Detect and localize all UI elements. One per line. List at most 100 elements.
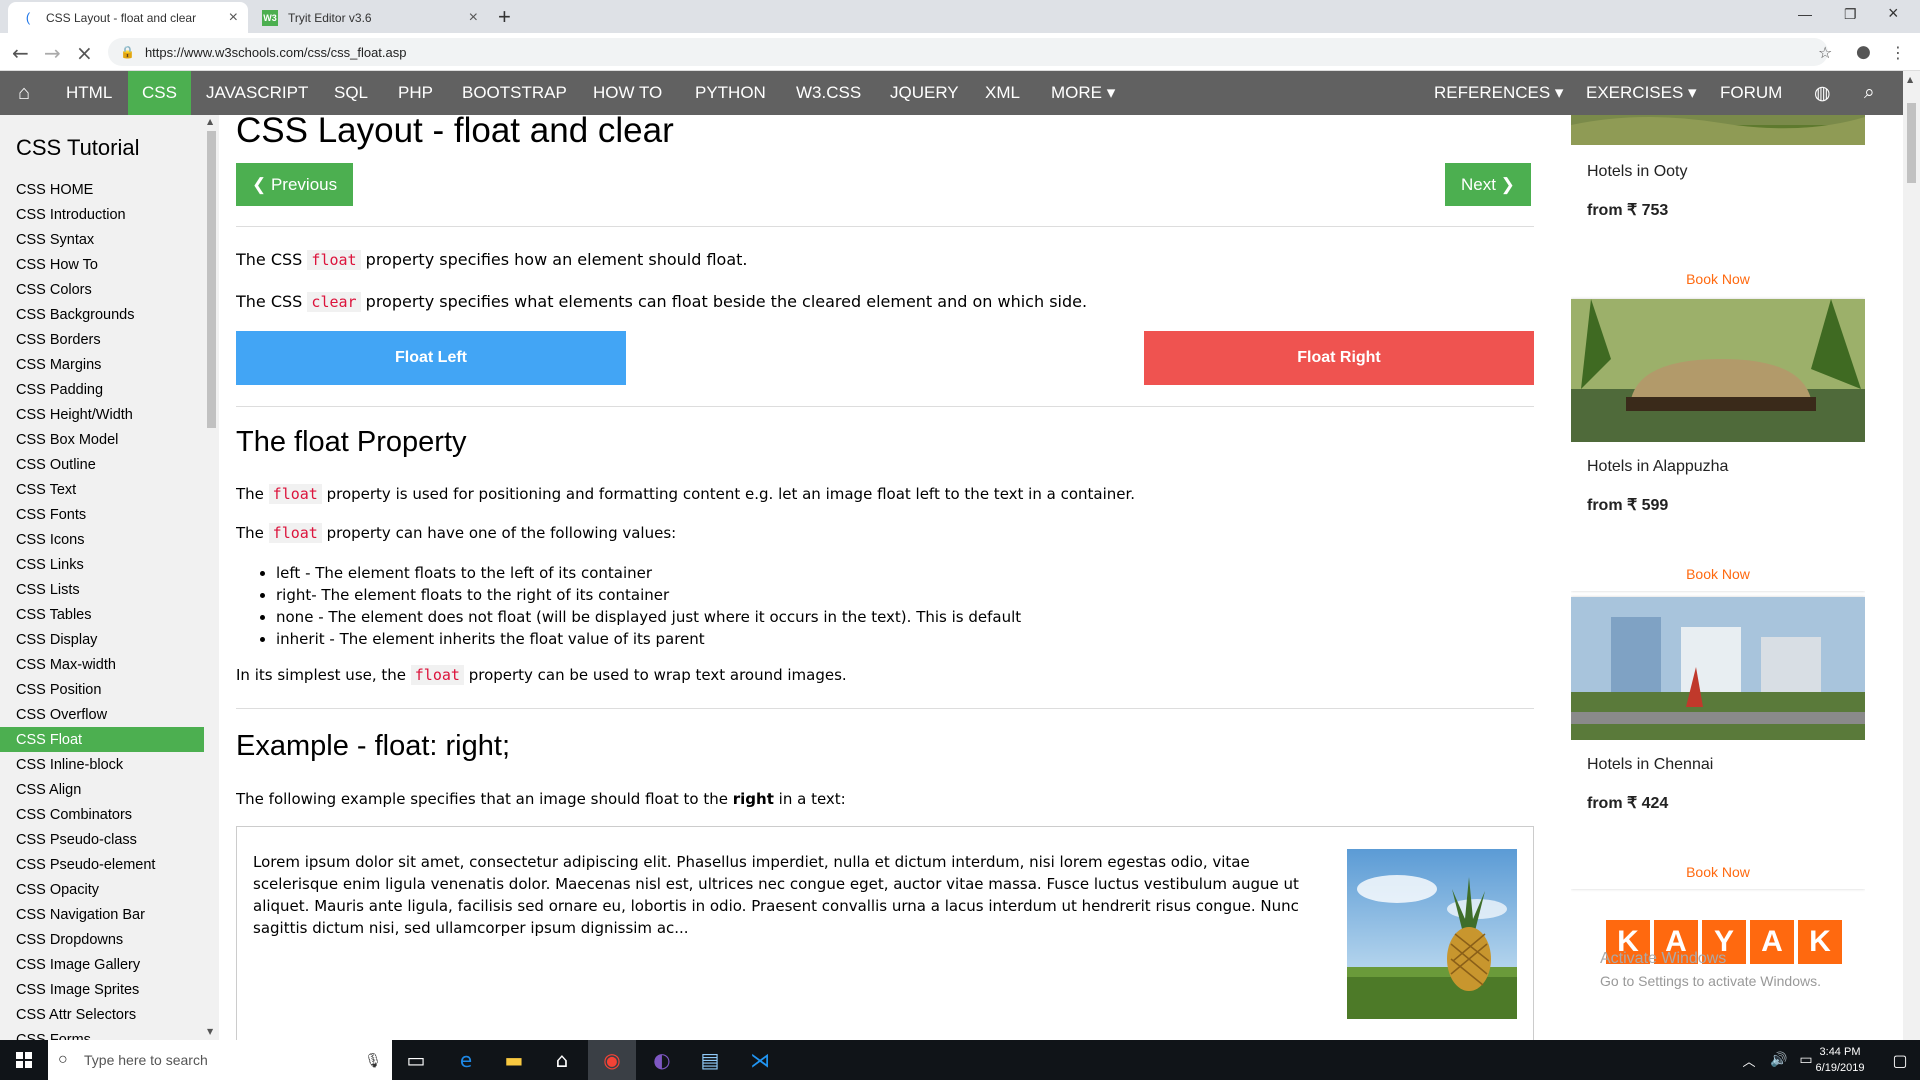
chrome-icon[interactable]: ◉ (588, 1040, 636, 1080)
menu-icon[interactable]: ⋮ (1890, 43, 1906, 62)
page-scroll-thumb[interactable] (1907, 103, 1916, 183)
sidebar-item[interactable]: CSS Syntax (0, 227, 204, 252)
next-button[interactable]: Next ❯ (1445, 163, 1531, 206)
notepad-icon[interactable]: ▤ (686, 1040, 734, 1080)
ads-column: Hotels in Ooty from ₹ 753 Book Now Hotel… (1571, 115, 1865, 1040)
nav-how-to[interactable]: HOW TO (593, 71, 662, 115)
notifications-icon[interactable]: ▢ (1876, 1040, 1920, 1080)
globe-icon[interactable]: ◍ (1814, 71, 1831, 115)
example-box: Lorem ipsum dolor sit amet, consectetur … (236, 826, 1534, 1040)
scroll-up-icon[interactable]: ▲ (1907, 75, 1913, 84)
sidebar-scroll-thumb[interactable] (207, 131, 216, 428)
sidebar-scrollbar[interactable]: ▲ ▼ (204, 115, 219, 1040)
nav-javascript[interactable]: JAVASCRIPT (206, 71, 308, 115)
sidebar-item[interactable]: CSS Display (0, 627, 204, 652)
sidebar-item[interactable]: CSS Inline-block (0, 752, 204, 777)
nav-python[interactable]: PYTHON (695, 71, 766, 115)
stop-icon[interactable]: × (76, 41, 93, 65)
book-now-link[interactable]: Book Now (1571, 864, 1865, 880)
sidebar-item[interactable]: CSS Attr Selectors (0, 1002, 204, 1027)
tab-tryit-editor[interactable]: W3 Tryit Editor v3.6 × (250, 2, 488, 33)
nav-sql[interactable]: SQL (334, 71, 368, 115)
book-now-link[interactable]: Book Now (1571, 566, 1865, 582)
sidebar-item[interactable]: CSS How To (0, 252, 204, 277)
sidebar-item[interactable]: CSS Combinators (0, 802, 204, 827)
nav-html[interactable]: HTML (66, 71, 112, 115)
taskbar-search-input[interactable]: ○ Type here to search 🎙 (48, 1040, 392, 1080)
sidebar-item[interactable]: CSS Text (0, 477, 204, 502)
sidebar-item[interactable]: CSS Links (0, 552, 204, 577)
forward-icon[interactable]: → (44, 41, 61, 65)
sidebar-item[interactable]: CSS Outline (0, 452, 204, 477)
hotel-card[interactable]: Hotels in Chennai from ₹ 424 Book Now (1571, 597, 1865, 889)
nav-css[interactable]: CSS (128, 71, 191, 115)
taskbar-clock[interactable]: 3:44 PM 6/19/2019 (1800, 1044, 1880, 1076)
restore-icon[interactable]: ❐ (1844, 6, 1857, 23)
book-now-link[interactable]: Book Now (1571, 271, 1865, 287)
sidebar-item[interactable]: CSS Margins (0, 352, 204, 377)
nav-bootstrap[interactable]: BOOTSTRAP (462, 71, 567, 115)
sidebar-item[interactable]: CSS Box Model (0, 427, 204, 452)
sidebar-item[interactable]: CSS Align (0, 777, 204, 802)
sidebar-item[interactable]: CSS Lists (0, 577, 204, 602)
sidebar-item[interactable]: CSS Max-width (0, 652, 204, 677)
new-tab-button[interactable]: + (498, 4, 511, 30)
url-input[interactable]: 🔒 https://www.w3schools.com/css/css_floa… (108, 38, 1828, 66)
task-view-icon[interactable]: ▭ (392, 1040, 440, 1080)
sidebar-item[interactable]: CSS Colors (0, 277, 204, 302)
store-icon[interactable]: ⌂ (538, 1040, 586, 1080)
sidebar-item[interactable]: CSS HOME (0, 177, 204, 202)
microphone-icon[interactable]: 🎙 (364, 1052, 382, 1069)
home-icon[interactable]: ⌂ (0, 71, 48, 115)
sidebar-item[interactable]: CSS Forms (0, 1027, 204, 1041)
scroll-up-icon[interactable]: ▲ (207, 117, 213, 126)
tab-css-layout[interactable]: ( CSS Layout - float and clear × (8, 2, 248, 33)
eclipse-icon[interactable]: ◐ (638, 1040, 686, 1080)
account-icon[interactable]: ● (1856, 42, 1871, 62)
sidebar-item[interactable]: CSS Tables (0, 602, 204, 627)
nav-w3css[interactable]: W3.CSS (796, 71, 861, 115)
sidebar-item[interactable]: CSS Fonts (0, 502, 204, 527)
minimize-icon[interactable]: — (1798, 6, 1812, 22)
sidebar-item[interactable]: CSS Pseudo-element (0, 852, 204, 877)
nav-more[interactable]: MORE ▾ (1051, 71, 1115, 115)
sidebar-item[interactable]: CSS Overflow (0, 702, 204, 727)
sidebar-item[interactable]: CSS Position (0, 677, 204, 702)
sidebar-item[interactable]: CSS Padding (0, 377, 204, 402)
sidebar-item[interactable]: CSS Navigation Bar (0, 902, 204, 927)
close-icon[interactable]: × (469, 9, 478, 27)
nav-references[interactable]: REFERENCES ▾ (1434, 71, 1563, 115)
intro-float-paragraph: The CSS float property specifies how an … (236, 250, 748, 270)
sidebar-item[interactable]: CSS Opacity (0, 877, 204, 902)
hotel-card[interactable]: Hotels in Alappuzha from ₹ 599 Book Now (1571, 299, 1865, 591)
sidebar-item[interactable]: CSS Introduction (0, 202, 204, 227)
nav-jquery[interactable]: JQUERY (890, 71, 959, 115)
scroll-down-icon[interactable]: ▼ (207, 1027, 213, 1036)
hotel-image (1571, 115, 1865, 145)
sidebar-item[interactable]: CSS Dropdowns (0, 927, 204, 952)
sidebar-item[interactable]: CSS Float (0, 727, 204, 752)
close-window-icon[interactable]: × (1888, 3, 1899, 24)
sidebar-item[interactable]: CSS Borders (0, 327, 204, 352)
sidebar-item[interactable]: CSS Pseudo-class (0, 827, 204, 852)
close-icon[interactable]: × (229, 9, 238, 27)
nav-xml[interactable]: XML (985, 71, 1020, 115)
intro-clear-paragraph: The CSS clear property specifies what el… (236, 292, 1088, 312)
file-explorer-icon[interactable]: ▬ (490, 1040, 538, 1080)
sidebar-item[interactable]: CSS Height/Width (0, 402, 204, 427)
vscode-icon[interactable]: ⋊ (736, 1040, 784, 1080)
sidebar-item[interactable]: CSS Icons (0, 527, 204, 552)
back-icon[interactable]: ← (12, 41, 29, 65)
nav-php[interactable]: PHP (398, 71, 433, 115)
sidebar-item[interactable]: CSS Image Gallery (0, 952, 204, 977)
nav-forum[interactable]: FORUM (1720, 71, 1782, 115)
previous-button[interactable]: ❮ Previous (236, 163, 354, 206)
edge-icon[interactable]: e (442, 1040, 490, 1080)
search-icon[interactable]: ⌕ (1864, 71, 1875, 115)
windows-start-icon[interactable] (0, 1040, 48, 1080)
nav-exercises[interactable]: EXERCISES ▾ (1586, 71, 1697, 115)
sidebar-item[interactable]: CSS Backgrounds (0, 302, 204, 327)
sidebar-item[interactable]: CSS Image Sprites (0, 977, 204, 1002)
star-icon[interactable]: ☆ (1818, 43, 1832, 62)
page-scrollbar[interactable]: ▲ (1903, 71, 1920, 1040)
